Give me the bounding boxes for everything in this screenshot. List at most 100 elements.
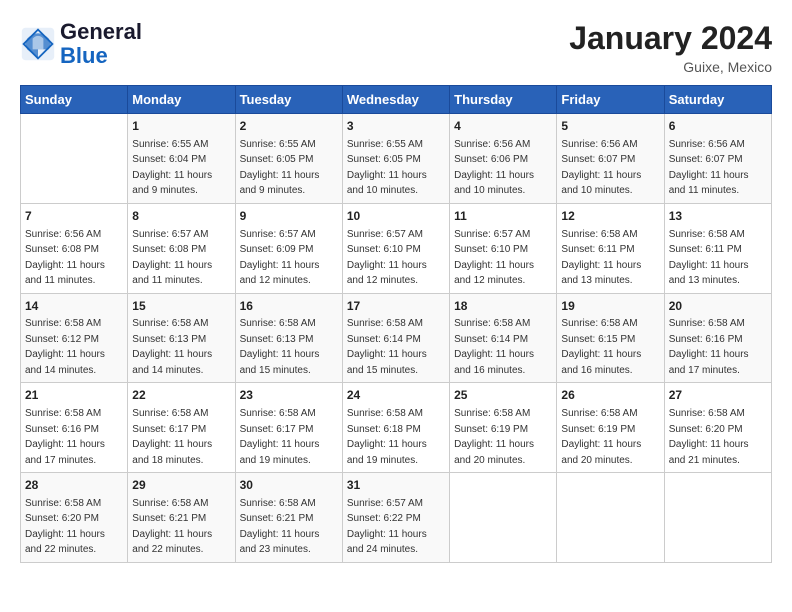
calendar-cell: 2 Sunrise: 6:55 AMSunset: 6:05 PMDaylight… — [235, 114, 342, 204]
day-number: 30 — [240, 477, 338, 494]
day-number: 21 — [25, 387, 123, 404]
calendar-cell — [450, 473, 557, 563]
calendar-cell: 12 Sunrise: 6:58 AMSunset: 6:11 PMDayligh… — [557, 203, 664, 293]
day-info: Sunrise: 6:58 AMSunset: 6:14 PMDaylight:… — [454, 318, 534, 376]
header-day-thursday: Thursday — [450, 86, 557, 114]
calendar-week-5: 28Sunrise: 6:58 AMSunset: 6:20 PMDayligh… — [21, 473, 772, 563]
calendar-cell: 26 Sunrise: 6:58 AMSunset: 6:19 PMDayligh… — [557, 383, 664, 473]
day-number: 24 — [347, 387, 445, 404]
calendar-cell: 30 Sunrise: 6:58 AMSunset: 6:21 PMDayligh… — [235, 473, 342, 563]
day-info: Sunrise: 6:58 AMSunset: 6:11 PMDaylight:… — [561, 229, 641, 287]
day-number: 10 — [347, 208, 445, 225]
day-number: 29 — [132, 477, 230, 494]
day-info: Sunrise: 6:58 AMSunset: 6:17 PMDaylight:… — [132, 408, 212, 466]
calendar-cell: 31 Sunrise: 6:57 AMSunset: 6:22 PMDayligh… — [342, 473, 449, 563]
calendar-cell: 11Sunrise: 6:57 AMSunset: 6:10 PMDayligh… — [450, 203, 557, 293]
calendar-week-4: 21Sunrise: 6:58 AMSunset: 6:16 PMDayligh… — [21, 383, 772, 473]
day-info: Sunrise: 6:58 AMSunset: 6:19 PMDaylight:… — [454, 408, 534, 466]
logo: General Blue — [20, 20, 142, 68]
calendar-table: SundayMondayTuesdayWednesdayThursdayFrid… — [20, 85, 772, 563]
header-day-tuesday: Tuesday — [235, 86, 342, 114]
calendar-cell: 1 Sunrise: 6:55 AMSunset: 6:04 PMDaylight… — [128, 114, 235, 204]
calendar-cell: 8 Sunrise: 6:57 AMSunset: 6:08 PMDaylight… — [128, 203, 235, 293]
calendar-cell: 19 Sunrise: 6:58 AMSunset: 6:15 PMDayligh… — [557, 293, 664, 383]
calendar-cell: 10Sunrise: 6:57 AMSunset: 6:10 PMDayligh… — [342, 203, 449, 293]
day-number: 20 — [669, 298, 767, 315]
day-info: Sunrise: 6:58 AMSunset: 6:13 PMDaylight:… — [240, 318, 320, 376]
calendar-cell: 7 Sunrise: 6:56 AMSunset: 6:08 PMDaylight… — [21, 203, 128, 293]
calendar-header-row: SundayMondayTuesdayWednesdayThursdayFrid… — [21, 86, 772, 114]
day-number: 15 — [132, 298, 230, 315]
day-number: 27 — [669, 387, 767, 404]
day-info: Sunrise: 6:56 AMSunset: 6:07 PMDaylight:… — [561, 139, 641, 197]
calendar-cell: 14 Sunrise: 6:58 AMSunset: 6:12 PMDayligh… — [21, 293, 128, 383]
calendar-cell: 29 Sunrise: 6:58 AMSunset: 6:21 PMDayligh… — [128, 473, 235, 563]
day-info: Sunrise: 6:58 AMSunset: 6:16 PMDaylight:… — [669, 318, 749, 376]
day-number: 11 — [454, 208, 552, 225]
day-number: 19 — [561, 298, 659, 315]
day-number: 7 — [25, 208, 123, 225]
day-info: Sunrise: 6:58 AMSunset: 6:11 PMDaylight:… — [669, 229, 749, 287]
day-info: Sunrise: 6:57 AMSunset: 6:08 PMDaylight:… — [132, 229, 212, 287]
calendar-cell: 5Sunrise: 6:56 AMSunset: 6:07 PMDaylight… — [557, 114, 664, 204]
day-info: Sunrise: 6:56 AMSunset: 6:06 PMDaylight:… — [454, 139, 534, 197]
day-number: 4 — [454, 118, 552, 135]
day-info: Sunrise: 6:58 AMSunset: 6:15 PMDaylight:… — [561, 318, 641, 376]
day-info: Sunrise: 6:58 AMSunset: 6:18 PMDaylight:… — [347, 408, 427, 466]
day-info: Sunrise: 6:55 AMSunset: 6:05 PMDaylight:… — [240, 139, 320, 197]
calendar-cell: 3 Sunrise: 6:55 AMSunset: 6:05 PMDaylight… — [342, 114, 449, 204]
day-number: 12 — [561, 208, 659, 225]
day-info: Sunrise: 6:58 AMSunset: 6:13 PMDaylight:… — [132, 318, 212, 376]
day-info: Sunrise: 6:58 AMSunset: 6:12 PMDaylight:… — [25, 318, 105, 376]
page-header: General Blue January 2024 Guixe, Mexico — [20, 20, 772, 75]
day-number: 23 — [240, 387, 338, 404]
header-day-friday: Friday — [557, 86, 664, 114]
calendar-cell — [664, 473, 771, 563]
day-number: 25 — [454, 387, 552, 404]
day-number: 14 — [25, 298, 123, 315]
day-number: 18 — [454, 298, 552, 315]
day-number: 16 — [240, 298, 338, 315]
calendar-cell: 4 Sunrise: 6:56 AMSunset: 6:06 PMDaylight… — [450, 114, 557, 204]
header-day-saturday: Saturday — [664, 86, 771, 114]
logo-text: General Blue — [60, 20, 142, 68]
calendar-cell: 17Sunrise: 6:58 AMSunset: 6:14 PMDayligh… — [342, 293, 449, 383]
day-info: Sunrise: 6:55 AMSunset: 6:05 PMDaylight:… — [347, 139, 427, 197]
day-info: Sunrise: 6:57 AMSunset: 6:09 PMDaylight:… — [240, 229, 320, 287]
day-info: Sunrise: 6:55 AMSunset: 6:04 PMDaylight:… — [132, 139, 212, 197]
calendar-cell: 24 Sunrise: 6:58 AMSunset: 6:18 PMDayligh… — [342, 383, 449, 473]
calendar-week-1: 1 Sunrise: 6:55 AMSunset: 6:04 PMDaylight… — [21, 114, 772, 204]
calendar-cell: 16 Sunrise: 6:58 AMSunset: 6:13 PMDayligh… — [235, 293, 342, 383]
day-number: 1 — [132, 118, 230, 135]
calendar-cell: 21Sunrise: 6:58 AMSunset: 6:16 PMDayligh… — [21, 383, 128, 473]
day-info: Sunrise: 6:58 AMSunset: 6:17 PMDaylight:… — [240, 408, 320, 466]
day-number: 6 — [669, 118, 767, 135]
day-number: 3 — [347, 118, 445, 135]
header-day-monday: Monday — [128, 86, 235, 114]
day-info: Sunrise: 6:58 AMSunset: 6:20 PMDaylight:… — [25, 498, 105, 556]
day-number: 22 — [132, 387, 230, 404]
day-info: Sunrise: 6:56 AMSunset: 6:07 PMDaylight:… — [669, 139, 749, 197]
day-info: Sunrise: 6:58 AMSunset: 6:21 PMDaylight:… — [240, 498, 320, 556]
calendar-cell: 15 Sunrise: 6:58 AMSunset: 6:13 PMDayligh… — [128, 293, 235, 383]
day-info: Sunrise: 6:56 AMSunset: 6:08 PMDaylight:… — [25, 229, 105, 287]
logo-icon — [20, 26, 56, 62]
day-info: Sunrise: 6:57 AMSunset: 6:22 PMDaylight:… — [347, 498, 427, 556]
calendar-week-2: 7 Sunrise: 6:56 AMSunset: 6:08 PMDaylight… — [21, 203, 772, 293]
day-number: 2 — [240, 118, 338, 135]
day-number: 26 — [561, 387, 659, 404]
calendar-cell: 28Sunrise: 6:58 AMSunset: 6:20 PMDayligh… — [21, 473, 128, 563]
day-number: 9 — [240, 208, 338, 225]
day-info: Sunrise: 6:58 AMSunset: 6:19 PMDaylight:… — [561, 408, 641, 466]
calendar-cell — [557, 473, 664, 563]
title-block: January 2024 Guixe, Mexico — [569, 20, 772, 75]
day-number: 31 — [347, 477, 445, 494]
calendar-cell: 22 Sunrise: 6:58 AMSunset: 6:17 PMDayligh… — [128, 383, 235, 473]
calendar-cell — [21, 114, 128, 204]
day-number: 8 — [132, 208, 230, 225]
calendar-cell: 13Sunrise: 6:58 AMSunset: 6:11 PMDayligh… — [664, 203, 771, 293]
day-info: Sunrise: 6:58 AMSunset: 6:21 PMDaylight:… — [132, 498, 212, 556]
month-title: January 2024 — [569, 20, 772, 57]
day-info: Sunrise: 6:58 AMSunset: 6:20 PMDaylight:… — [669, 408, 749, 466]
calendar-cell: 25 Sunrise: 6:58 AMSunset: 6:19 PMDayligh… — [450, 383, 557, 473]
